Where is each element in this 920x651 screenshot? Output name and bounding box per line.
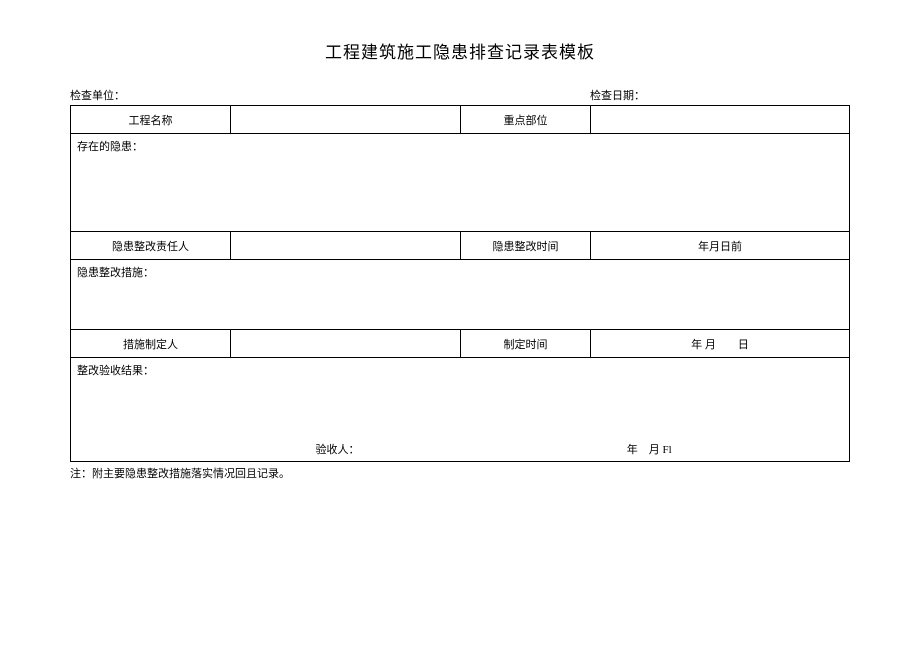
record-table: 工程名称 重点部位 存在的隐患： 隐患整改责任人 隐患整改时间 年月日前 隐患整…	[70, 105, 850, 462]
row-hazard-body: 存在的隐患：	[71, 134, 850, 232]
page-footer-note: 注：附主要隐患整改措施落实情况回且记录。	[70, 465, 850, 481]
make-time-label: 制定时间	[461, 330, 591, 358]
result-label: 整改验收结果：	[77, 362, 154, 378]
acceptor-label: 验收人：	[316, 441, 627, 457]
row-measures-body: 隐患整改措施：	[71, 260, 850, 330]
inspect-unit-label: 检查单位：	[70, 87, 590, 103]
hazard-section: 存在的隐患：	[71, 134, 850, 232]
row-maker: 措施制定人 制定时间 年 月 日	[71, 330, 850, 358]
maker-label: 措施制定人	[71, 330, 231, 358]
maker-value	[231, 330, 461, 358]
result-spacer	[71, 441, 316, 457]
result-footer: 验收人： 年 月 Fl	[71, 441, 849, 457]
hazard-label: 存在的隐患：	[77, 141, 143, 153]
project-name-value	[231, 106, 461, 134]
measures-section: 隐患整改措施：	[71, 260, 850, 330]
project-name-label: 工程名称	[71, 106, 231, 134]
key-part-value	[591, 106, 850, 134]
page-title: 工程建筑施工隐患排查记录表模板	[70, 38, 850, 63]
rectify-time-value: 年月日前	[591, 232, 850, 260]
measures-label: 隐患整改措施：	[77, 267, 154, 279]
make-time-value: 年 月 日	[591, 330, 850, 358]
result-section: 整改验收结果： 验收人： 年 月 Fl	[71, 358, 850, 462]
key-part-label: 重点部位	[461, 106, 591, 134]
row-project: 工程名称 重点部位	[71, 106, 850, 134]
inspect-date-label: 检查日期：	[590, 87, 850, 103]
result-date: 年 月 Fl	[627, 441, 849, 457]
row-responsible: 隐患整改责任人 隐患整改时间 年月日前	[71, 232, 850, 260]
rectify-time-label: 隐患整改时间	[461, 232, 591, 260]
responsible-label: 隐患整改责任人	[71, 232, 231, 260]
header-line: 检查单位： 检查日期：	[70, 87, 850, 103]
row-result-body: 整改验收结果： 验收人： 年 月 Fl	[71, 358, 850, 462]
responsible-value	[231, 232, 461, 260]
